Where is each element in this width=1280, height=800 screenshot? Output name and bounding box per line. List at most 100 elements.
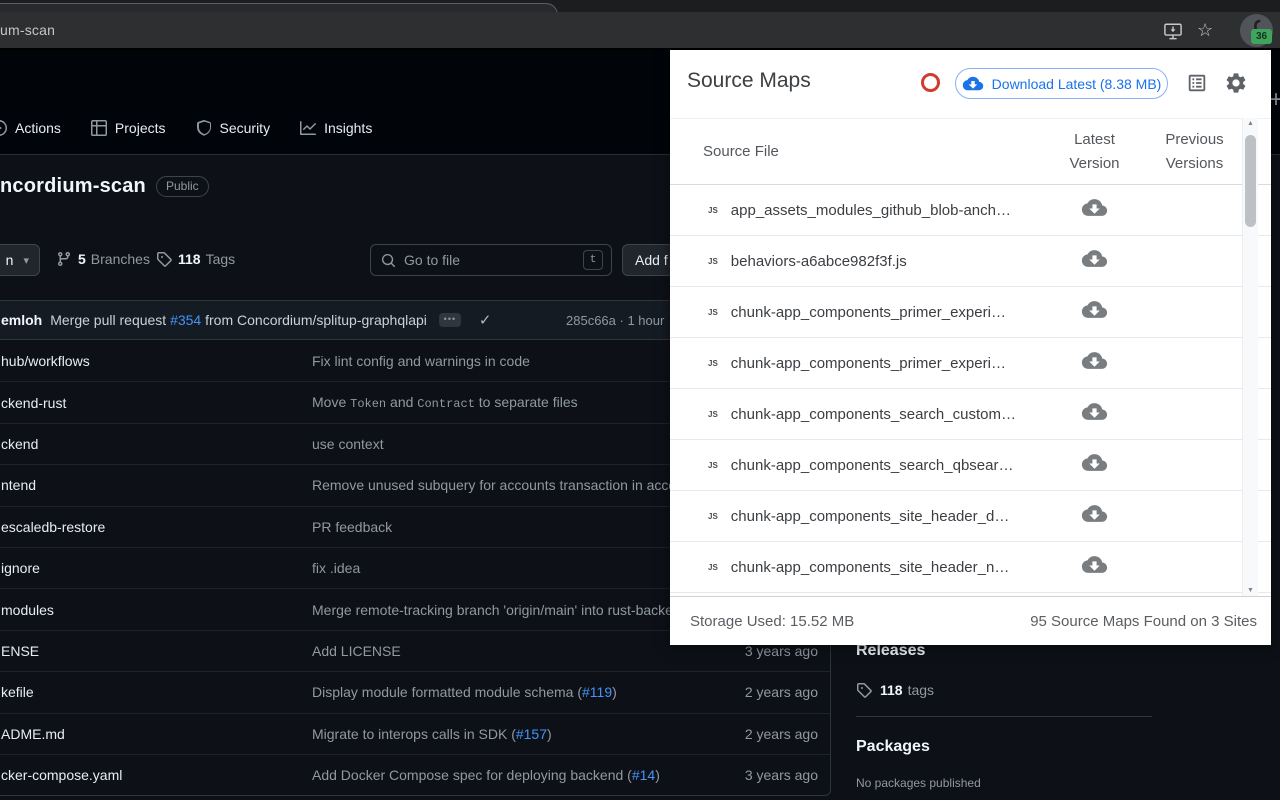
packages-title[interactable]: Packages	[856, 738, 1152, 756]
commit-message[interactable]: Remove unused subquery for accounts tran…	[312, 477, 714, 493]
latest-version-cell	[1042, 248, 1147, 274]
source-map-row: JS chunk-app_components_search_qbsear…	[670, 440, 1271, 491]
address-bar-url[interactable]: um-scan	[0, 22, 55, 38]
download-icon[interactable]	[1081, 554, 1108, 575]
commit-message[interactable]: PR feedback	[312, 519, 714, 535]
tab-actions[interactable]: Actions	[0, 113, 61, 143]
file-name[interactable]: kefile	[1, 684, 312, 700]
source-map-row: JS behaviors-a6abce982f3f.js	[670, 236, 1271, 287]
source-file-cell: JS chunk-app_components_site_header_d…	[670, 508, 1042, 525]
commit-message[interactable]: Add Docker Compose spec for deploying ba…	[312, 767, 714, 783]
commit-message[interactable]: Move Token and Contract to separate file…	[312, 394, 714, 411]
tags-summary-link[interactable]: 118 tags	[856, 682, 1152, 698]
branches-link[interactable]: 5 Branches	[56, 251, 150, 267]
source-file-name: chunk-app_components_search_qbsear…	[730, 456, 1014, 474]
file-name[interactable]: ckend	[1, 436, 312, 452]
js-file-icon: JS	[708, 460, 718, 470]
commit-ellipsis-button[interactable]: •••	[438, 313, 461, 327]
download-icon[interactable]	[1081, 197, 1108, 218]
commit-author[interactable]: emloh	[1, 312, 42, 328]
message-text: )	[612, 684, 617, 701]
message-text: to separate files	[474, 394, 578, 411]
commit-message[interactable]: Add LICENSE	[312, 643, 714, 659]
tags-link[interactable]: 118 Tags	[156, 251, 235, 267]
tab-insights[interactable]: Insights	[300, 113, 372, 143]
popup-header: Source Maps Download Latest (8.38 MB)	[670, 45, 1271, 118]
record-circle-icon[interactable]	[921, 73, 940, 92]
file-name[interactable]: cker-compose.yaml	[1, 767, 312, 783]
source-file-cell: JS behaviors-a6abce982f3f.js	[670, 253, 1042, 270]
toolbar-divider	[0, 48, 1280, 50]
install-app-icon[interactable]	[1163, 22, 1183, 45]
scrollbar-down-arrow[interactable]: ▼	[1243, 587, 1258, 594]
source-map-row: JS chunk-app_components_site_header_n…	[670, 542, 1271, 593]
bookmark-star-icon[interactable]: ☆	[1197, 20, 1213, 41]
branch-selector-button[interactable]: n ▾	[0, 244, 40, 276]
source-file-cell: JS chunk-app_components_primer_experi…	[670, 355, 1042, 372]
download-icon[interactable]	[1081, 350, 1108, 371]
message-text: Move	[312, 394, 351, 411]
file-name[interactable]: ENSE	[1, 643, 312, 659]
commit-message[interactable]: fix .idea	[312, 560, 714, 576]
message-text: )	[655, 767, 660, 784]
download-icon[interactable]	[1081, 248, 1108, 269]
download-latest-button[interactable]: Download Latest (8.38 MB)	[955, 68, 1168, 99]
checks-status-icon[interactable]: ✓	[479, 311, 492, 329]
commit-message[interactable]: Migrate to interops calls in SDK (#157)	[312, 726, 714, 742]
latest-version-cell	[1042, 350, 1147, 376]
commit-message-text[interactable]: Merge pull request #354 from Concordium/…	[50, 312, 427, 328]
download-icon[interactable]	[1081, 299, 1108, 320]
issue-link[interactable]: #14	[632, 767, 655, 783]
file-name[interactable]: ignore	[1, 560, 312, 576]
file-name[interactable]: ckend-rust	[1, 395, 312, 411]
commit-age: 3 years ago	[744, 642, 818, 659]
download-icon[interactable]	[1081, 452, 1108, 473]
file-name[interactable]: escaledb-restore	[1, 519, 312, 535]
gear-icon[interactable]	[1224, 71, 1248, 100]
source-maps-count-text: 95 Source Maps Found on 3 Sites	[1030, 612, 1257, 630]
commit-msg-part: from Concordium/splitup-graphqlapi	[201, 312, 427, 328]
column-source-file: Source File	[703, 143, 779, 160]
commit-sha[interactable]: 285c66a	[566, 313, 616, 328]
pr-link[interactable]: #354	[170, 312, 201, 328]
go-to-file-search[interactable]: t	[370, 244, 612, 276]
popup-scrollbar: ▲ ▼	[1242, 118, 1258, 596]
tab-security[interactable]: Security	[196, 113, 270, 143]
download-icon[interactable]	[1081, 503, 1108, 524]
commit-message[interactable]: use context	[312, 436, 714, 452]
separator: ·	[615, 313, 628, 328]
commit-msg-part: Merge pull request	[50, 312, 171, 328]
commit-message[interactable]: Display module formatted module schema (…	[312, 684, 714, 700]
tab-projects-label: Projects	[114, 120, 166, 136]
source-file-cell: JS app_assets_modules_github_blob-anch…	[670, 202, 1042, 219]
js-file-icon: JS	[708, 358, 718, 368]
commit-sha-time[interactable]: 285c66a · 1 hour	[566, 301, 664, 340]
message-text: Add LICENSE	[312, 642, 401, 659]
issue-link[interactable]: #119	[582, 684, 612, 700]
graph-icon	[300, 121, 317, 135]
popup-footer: Storage Used: 15.52 MB 95 Source Maps Fo…	[670, 596, 1271, 645]
report-list-icon[interactable]	[1186, 72, 1208, 99]
issue-link[interactable]: #157	[516, 726, 547, 742]
file-name[interactable]: hub/workflows	[1, 353, 312, 369]
latest-version-cell	[1042, 554, 1147, 580]
tab-projects[interactable]: Projects	[90, 113, 166, 143]
play-circle-icon	[0, 120, 7, 136]
js-file-icon: JS	[708, 256, 718, 266]
scrollbar-up-arrow[interactable]: ▲	[1243, 120, 1258, 127]
download-icon[interactable]	[1081, 401, 1108, 422]
file-name[interactable]: ntend	[1, 477, 312, 493]
message-text: Fix lint config and warnings in code	[312, 352, 530, 369]
branches-label: Branches	[90, 251, 150, 267]
go-to-file-input[interactable]	[404, 252, 583, 268]
file-name[interactable]: ADME.md	[1, 726, 312, 742]
source-file-name: chunk-app_components_primer_experi…	[730, 354, 1006, 372]
commit-age: 3 years ago	[744, 767, 818, 784]
file-name[interactable]: modules	[1, 602, 312, 618]
scrollbar-thumb[interactable]	[1245, 135, 1256, 227]
commit-message[interactable]: Merge remote-tracking branch 'origin/mai…	[312, 602, 714, 618]
tab-insights-label: Insights	[324, 120, 373, 136]
commit-message[interactable]: Fix lint config and warnings in code	[312, 353, 714, 369]
extension-badge: 36	[1251, 29, 1272, 44]
latest-version-cell	[1042, 401, 1147, 427]
